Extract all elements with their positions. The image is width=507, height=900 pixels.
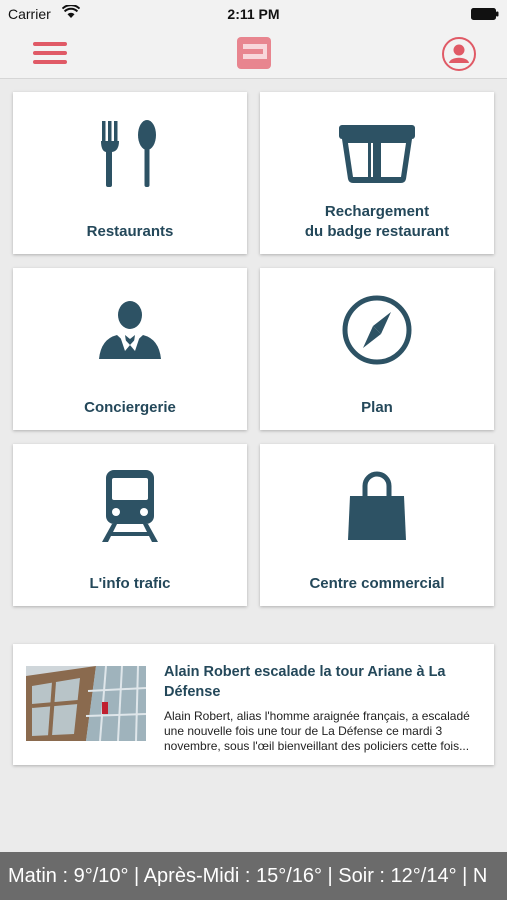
tile-plan[interactable]: Plan [260,268,494,430]
user-icon[interactable] [441,36,477,72]
tile-traffic-info[interactable]: L'info trafic [13,444,247,606]
tile-label: Centre commercial [309,575,445,592]
app-logo [237,37,271,69]
weather-text: Matin : 9°/10° | Après-Midi : 15°/16° | … [8,865,488,887]
tile-label: Rechargement du badge restaurant [304,203,450,240]
compass-icon [342,295,412,365]
tile-restaurants[interactable]: Restaurants [13,92,247,254]
train-icon [102,470,158,542]
news-excerpt: Alain Robert, alias l'homme araignée fra… [164,709,470,753]
hamburger-icon[interactable] [30,38,70,68]
news-title: Alain Robert escalade la tour Ariane à L… [164,664,446,700]
tile-label: Conciergerie [84,399,176,416]
weather-ticker: Matin : 9°/10° | Après-Midi : 15°/16° | … [0,852,507,900]
shopping-bag-icon [348,471,406,540]
nav-bar [0,28,507,79]
concierge-person-icon [99,301,161,359]
tile-shopping-center[interactable]: Centre commercial [260,444,494,606]
fork-spoon-icon [101,120,156,187]
badge-card-icon [339,125,415,183]
news-image [26,666,146,741]
tile-label: Plan [361,399,393,416]
status-bar: Carrier 2:11 PM [0,0,507,28]
tile-label: L'info trafic [89,575,171,592]
tile-label: Restaurants [86,223,174,240]
news-card[interactable]: Alain Robert escalade la tour Ariane à L… [13,644,494,765]
clock: 2:11 PM [227,6,280,22]
battery-icon [471,8,499,20]
tile-conciergerie[interactable]: Conciergerie [13,268,247,430]
tile-badge-recharge[interactable]: Rechargement du badge restaurant [260,92,494,254]
